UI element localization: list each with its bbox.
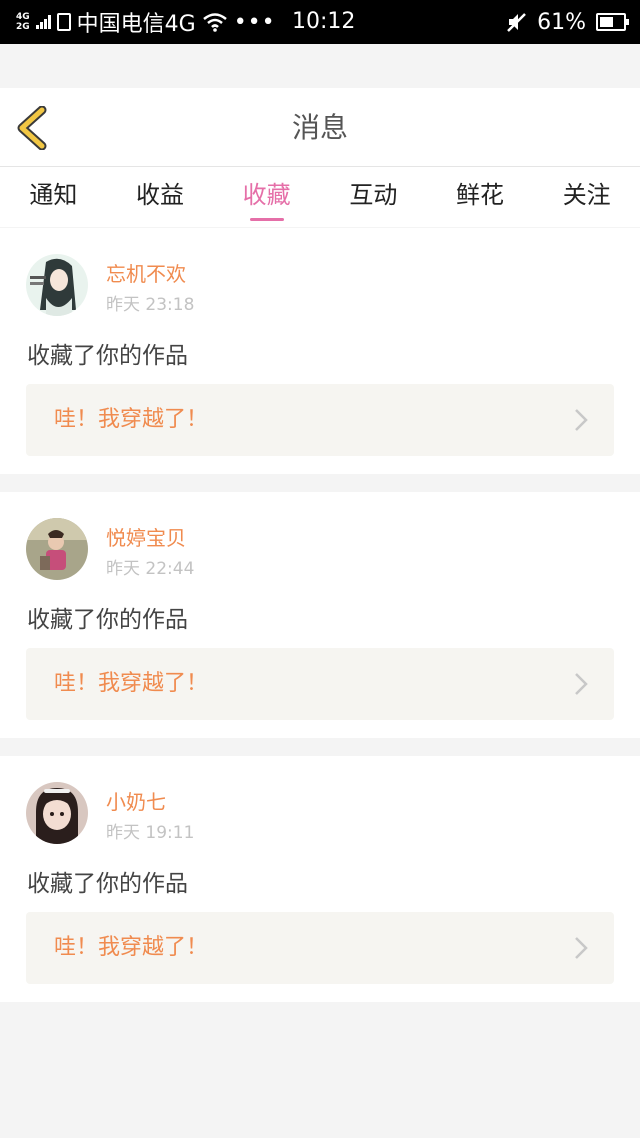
message-time: 昨天 23:18 [106, 295, 195, 315]
message-time: 昨天 22:44 [106, 559, 195, 579]
message-card: 小奶七 昨天 19:11 收藏了你的作品 哇！我穿越了！ [0, 756, 640, 1002]
tab-label: 收藏 [242, 181, 291, 209]
wifi-icon [202, 13, 227, 32]
user-name[interactable]: 忘机不欢 [106, 258, 186, 287]
action-text: 收藏了你的作品 [27, 871, 188, 897]
tab-label: 收益 [136, 181, 184, 209]
network-type-top: 4G [16, 12, 30, 22]
battery-percent: 61% [537, 9, 586, 35]
work-link[interactable]: 哇！我穿越了！ [26, 384, 614, 456]
user-name[interactable]: 悦婷宝贝 [106, 522, 186, 551]
tab-flowers[interactable]: 鲜花 [427, 167, 534, 227]
tab-label: 互动 [349, 181, 398, 209]
tab-notifications[interactable]: 通知 [0, 167, 107, 227]
carrier-name: 中国电信4G [76, 12, 196, 37]
work-title: 哇！我穿越了！ [54, 935, 209, 960]
message-time: 昨天 19:11 [106, 823, 195, 843]
tab-label: 关注 [562, 181, 611, 209]
header: 消息 [0, 88, 640, 167]
page-title: 消息 [291, 111, 348, 144]
message-card: 悦婷宝贝 昨天 22:44 收藏了你的作品 哇！我穿越了！ [0, 492, 640, 738]
status-left: 4G 2G 中国电信4G ••• [16, 0, 276, 44]
work-link[interactable]: 哇！我穿越了！ [26, 912, 614, 984]
tab-earnings[interactable]: 收益 [107, 167, 214, 227]
user-name[interactable]: 小奶七 [106, 786, 166, 815]
chevron-right-icon [575, 937, 588, 959]
tab-interactions[interactable]: 互动 [320, 167, 427, 227]
avatar-anime-icon[interactable] [26, 254, 88, 316]
network-type-bottom: 2G [16, 22, 30, 32]
action-text: 收藏了你的作品 [27, 607, 188, 633]
status-time: 10:12 [292, 9, 356, 34]
sim-icon [56, 13, 71, 31]
overflow-dots: ••• [233, 9, 276, 35]
chevron-right-icon [575, 673, 588, 695]
message-card: 忘机不欢 昨天 23:18 收藏了你的作品 哇！我穿越了！ [0, 228, 640, 474]
tab-favorites[interactable]: 收藏 [213, 167, 320, 227]
status-right: 61% [505, 0, 629, 44]
avatar-child-icon[interactable] [26, 518, 88, 580]
action-text: 收藏了你的作品 [27, 343, 188, 369]
tab-label: 鲜花 [456, 181, 505, 209]
battery-cap [626, 19, 629, 25]
status-bar: 4G 2G 中国电信4G ••• 10:12 61% [0, 0, 640, 44]
tab-bar: 通知 收益 收藏 互动 鲜花 关注 [0, 167, 640, 227]
battery-icon [596, 13, 629, 31]
tab-label: 通知 [29, 181, 78, 209]
work-title: 哇！我穿越了！ [54, 407, 209, 432]
active-tab-indicator [249, 218, 284, 221]
network-type: 4G 2G [16, 12, 30, 32]
signal-icon [35, 15, 51, 29]
mute-icon [507, 13, 526, 32]
work-title: 哇！我穿越了！ [54, 671, 209, 696]
work-link[interactable]: 哇！我穿越了！ [26, 648, 614, 720]
chevron-right-icon [575, 409, 588, 431]
tab-following[interactable]: 关注 [533, 167, 640, 227]
avatar-girl-icon[interactable] [26, 782, 88, 844]
battery-fill [600, 17, 613, 27]
